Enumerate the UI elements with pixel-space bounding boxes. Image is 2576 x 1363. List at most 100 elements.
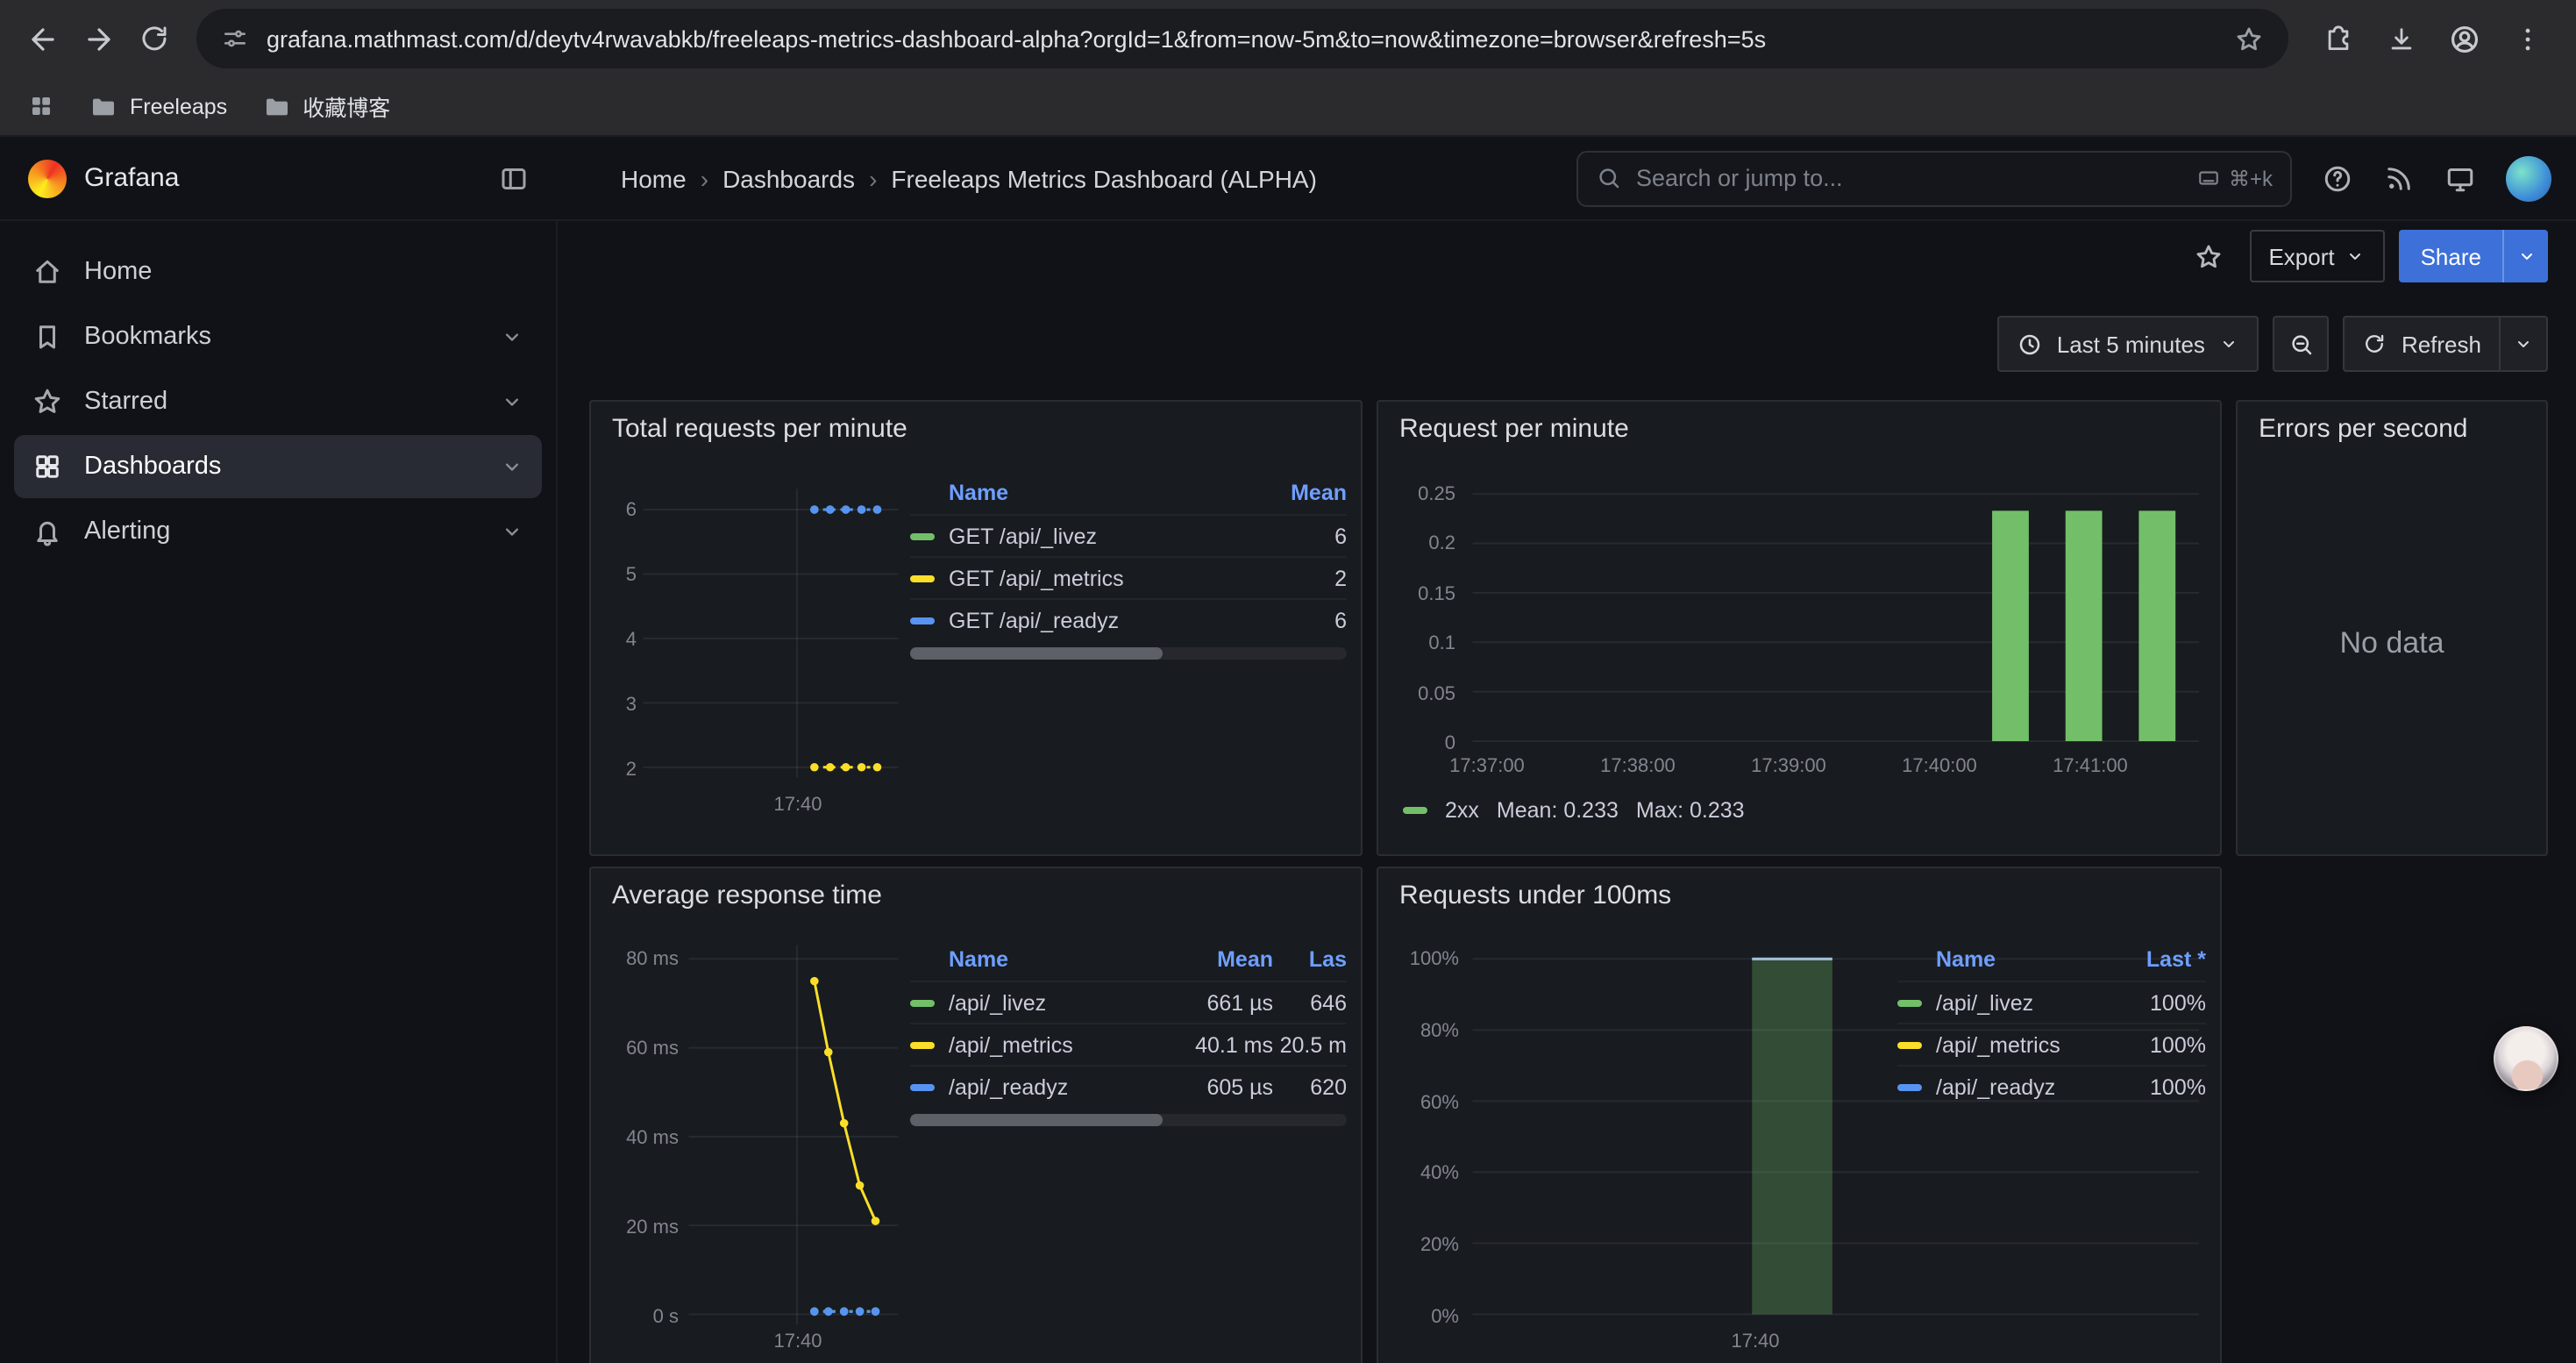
series-last: 100% [2108,1074,2206,1099]
sidebar-item-bookmarks[interactable]: Bookmarks [14,305,542,368]
zoom-out-icon[interactable] [2274,316,2330,372]
share-label[interactable]: Share [2400,230,2502,282]
sidebar-item-label: Dashboards [84,453,221,481]
breadcrumb-home[interactable]: Home [621,164,687,192]
series-name[interactable]: /api/_readyz [1936,1074,2108,1099]
brand-area[interactable]: Grafana [0,159,558,197]
refresh-interval-caret-icon[interactable] [2499,316,2548,372]
panel-average-response-time: Average response time Name Mean Las /api… [589,867,1363,1363]
browser-menu-icon[interactable] [2499,11,2555,67]
sidebar-item-label: Starred [84,388,167,416]
sidebar-collapse-icon[interactable] [498,162,530,194]
series-max: Max: 0.233 [1636,798,1745,823]
series-name[interactable]: GET /api/_livez [949,524,1256,548]
y-axis-tick: 0.05 [1382,683,1455,704]
series-swatch [910,1041,935,1048]
star-icon [32,386,63,417]
series-mean: 661 µs [1161,990,1273,1015]
panel-title[interactable]: Errors per second [2259,414,2467,444]
downloads-icon[interactable] [2373,11,2429,67]
legend-header-last[interactable]: Last * [2108,947,2206,972]
monitor-icon[interactable] [2444,162,2476,194]
legend-row: /api/_metrics 100% [1897,1023,2206,1065]
extensions-icon[interactable] [2309,11,2366,67]
url-text[interactable]: grafana.mathmast.com/d/deytv4rwavabkb/fr… [267,25,2217,52]
y-axis-tick: 60% [1382,1092,1459,1113]
bookmark-freeleaps[interactable]: Freeleaps [89,92,227,120]
apps-grid-icon[interactable] [28,93,54,119]
legend-header-name[interactable]: Name [1897,947,2108,972]
series-name[interactable]: /api/_metrics [1936,1032,2108,1057]
y-axis-tick: 0% [1382,1307,1459,1328]
breadcrumb-current: Freeleaps Metrics Dashboard (ALPHA) [869,164,1317,192]
sidebar-item-home[interactable]: Home [14,240,542,303]
bookmark-blogs[interactable]: 收藏博客 [262,89,390,123]
chevron-down-icon[interactable] [500,454,524,479]
bell-icon [32,516,63,547]
profile-icon[interactable] [2436,11,2492,67]
help-icon[interactable] [2322,162,2353,194]
screen: grafana.mathmast.com/d/deytv4rwavabkb/fr… [0,0,2576,1363]
legend-header-name[interactable]: Name [910,481,1256,505]
sidebar-item-starred[interactable]: Starred [14,370,542,433]
breadcrumb-dashboards[interactable]: Dashboards [701,164,855,192]
browser-toolbar: grafana.mathmast.com/d/deytv4rwavabkb/fr… [0,0,2576,77]
forward-icon[interactable] [70,11,126,67]
legend-header-last[interactable]: Las [1273,947,1347,972]
sidebar-item-label: Home [84,258,152,286]
dashboards-grid-icon [32,451,63,482]
sidebar-item-dashboards[interactable]: Dashboards [14,435,542,498]
news-feed-icon[interactable] [2383,162,2415,194]
y-axis-tick: 20% [1382,1235,1459,1256]
grafana-main: Home Bookmarks Starred Dashboards Alerti… [0,221,2576,1363]
legend-scrollbar[interactable] [910,647,1347,660]
chevron-down-icon[interactable] [500,389,524,414]
site-info-icon[interactable] [221,25,249,53]
time-range-picker[interactable]: Last 5 minutes [1997,316,2259,372]
legend-header-mean[interactable]: Mean [1161,947,1273,972]
search-input[interactable]: Search or jump to... ⌘+k [1576,150,2292,206]
y-axis-tick: 100% [1382,949,1459,970]
series-name[interactable]: /api/_metrics [949,1032,1161,1057]
y-axis-tick: 3 [594,695,637,716]
refresh-button[interactable]: Refresh [2344,316,2499,372]
grafana-logo[interactable] [28,159,67,197]
series-swatch [910,999,935,1006]
sidebar-item-label: Alerting [84,517,170,546]
legend-header-mean[interactable]: Mean [1256,481,1347,505]
series-mean: 40.1 ms [1161,1032,1273,1057]
share-menu-caret-icon[interactable] [2502,230,2548,282]
series-name[interactable]: /api/_livez [949,990,1161,1015]
y-axis-tick: 80% [1382,1021,1459,1042]
bookmark-star-icon[interactable] [2234,24,2264,54]
bar-chart [1378,402,2220,854]
legend-header-name[interactable]: Name [910,947,1161,972]
legend-scrollbar[interactable] [910,1114,1347,1126]
series-name[interactable]: GET /api/_readyz [949,608,1256,632]
export-button[interactable]: Export [2249,230,2385,282]
series-swatch [910,1083,935,1090]
y-axis-tick: 0.25 [1382,484,1455,505]
series-name[interactable]: /api/_livez [1936,990,2108,1015]
back-icon[interactable] [14,11,70,67]
series-name[interactable]: GET /api/_metrics [949,566,1256,590]
series-swatch [910,574,935,582]
share-button[interactable]: Share [2400,230,2548,282]
series-swatch [1897,1083,1922,1090]
reload-icon[interactable] [126,11,182,67]
panel-requests-under-100ms: Requests under 100ms Name Last * /api/_l… [1377,867,2222,1363]
panel-legend-table: Name Mean GET /api/_livez 6 GET /api/_me… [910,472,1347,640]
legend-row: /api/_metrics 40.1 ms 20.5 m [910,1023,1347,1065]
panel-legend-table: Name Mean Las /api/_livez 661 µs 646 [910,938,1347,1107]
series-name[interactable]: /api/_readyz [949,1074,1161,1099]
chevron-down-icon[interactable] [500,519,524,544]
address-bar[interactable]: grafana.mathmast.com/d/deytv4rwavabkb/fr… [196,9,2288,68]
user-avatar[interactable] [2506,155,2551,201]
series-name[interactable]: 2xx [1445,798,1479,823]
y-axis-tick: 6 [594,500,637,521]
assistant-avatar-overlay[interactable] [2494,1026,2558,1091]
chevron-down-icon[interactable] [500,325,524,349]
sidebar-item-alerting[interactable]: Alerting [14,500,542,563]
series-mean: 6 [1256,524,1347,548]
favorite-star-icon[interactable] [2182,230,2235,282]
